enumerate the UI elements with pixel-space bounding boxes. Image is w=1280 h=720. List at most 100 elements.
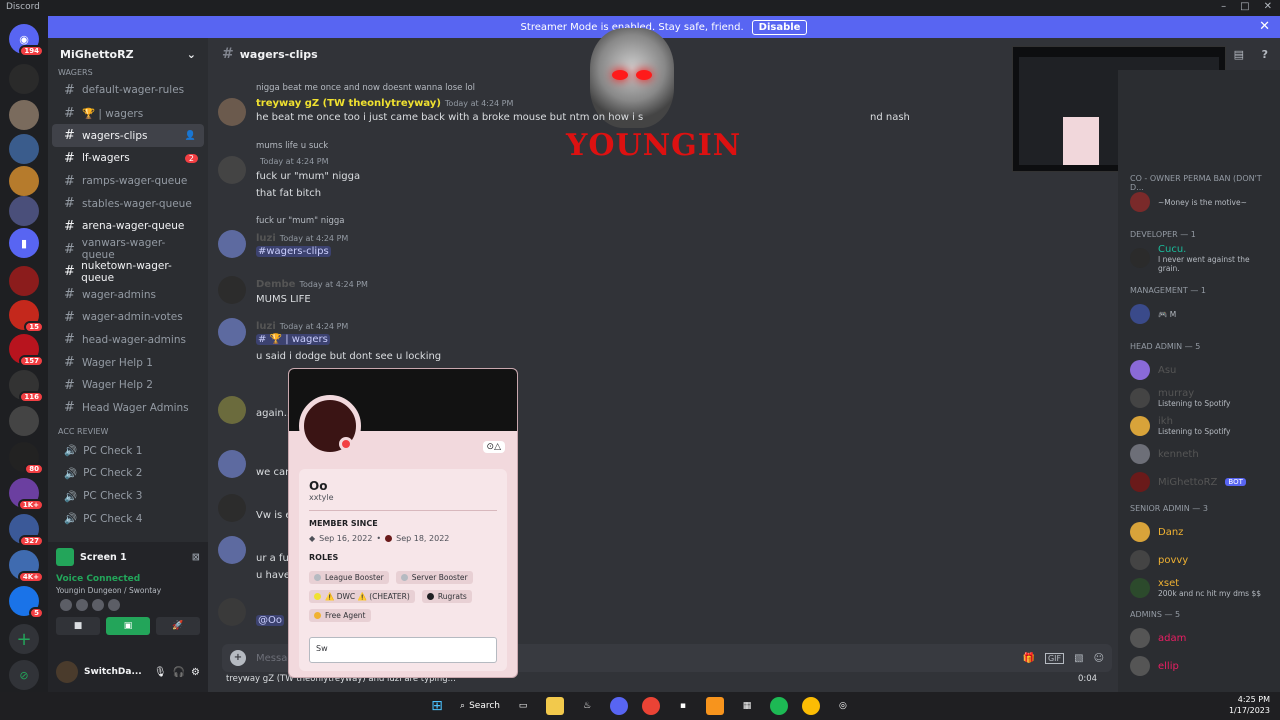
member-item[interactable]: 🎮 M: [1118, 300, 1280, 328]
role-pill[interactable]: Rugrats: [421, 590, 472, 603]
channel-wager-admins[interactable]: # wager-admins: [52, 283, 204, 306]
avatar[interactable]: [218, 396, 246, 424]
server-icon[interactable]: 5: [9, 586, 44, 619]
avatar[interactable]: [60, 599, 72, 611]
close-icon[interactable]: ⊠: [192, 552, 200, 563]
avatar[interactable]: [218, 98, 246, 126]
member-item[interactable]: Cucu. I never went against the grain.: [1118, 244, 1280, 273]
voice-channel-pc-check-1[interactable]: 🔊 PC Check 1: [52, 439, 204, 462]
voice-channel-pc-check-2[interactable]: 🔊 PC Check 2: [52, 462, 204, 485]
member-item[interactable]: adam: [1118, 624, 1280, 652]
channel-default-wager-rules[interactable]: # default-wager-rules: [52, 79, 204, 102]
add-server-icon[interactable]: +: [9, 624, 39, 654]
channel-mention[interactable]: #wagers-clips: [256, 246, 331, 257]
app-icon[interactable]: ▦: [738, 697, 756, 715]
role-pill[interactable]: ⚠️ DWC ⚠️ (CHEATER): [309, 590, 415, 603]
avatar[interactable]: [218, 598, 246, 626]
camera-button[interactable]: ■: [56, 617, 100, 635]
server-icon[interactable]: 4K+: [9, 550, 44, 583]
avatar[interactable]: [218, 450, 246, 478]
reply-preview[interactable]: mums life u suck: [256, 141, 328, 151]
category-wagers[interactable]: WAGERS: [48, 66, 208, 79]
help-icon[interactable]: ?: [1262, 48, 1268, 61]
file-explorer-icon[interactable]: [545, 697, 564, 715]
channel-arena-wager-queue[interactable]: # arena-wager-queue: [52, 215, 204, 238]
server-icon[interactable]: 80: [9, 442, 44, 475]
gift-icon[interactable]: 🎁: [1022, 653, 1034, 664]
voice-location[interactable]: Youngin Dungeon / Swontay: [48, 586, 208, 595]
member-item[interactable]: Asu: [1118, 356, 1280, 384]
channel-head-wager-admins-2[interactable]: # Head Wager Admins: [52, 397, 204, 420]
member-item[interactable]: xset 200k and nc hit my dms $$: [1118, 574, 1280, 602]
channel-wager-help-1[interactable]: # Wager Help 1: [52, 351, 204, 374]
channel-mention[interactable]: # 🏆 | wagers: [256, 334, 330, 345]
avatar[interactable]: [218, 536, 246, 564]
role-pill[interactable]: Free Agent: [309, 609, 371, 622]
start-icon[interactable]: ⊞: [428, 697, 446, 715]
voice-connected-label[interactable]: Voice Connected: [48, 572, 208, 586]
close-window-icon[interactable]: ✕: [1264, 1, 1272, 12]
author-name[interactable]: Today at 4:24 PM: [256, 156, 329, 167]
author-name[interactable]: treyway gZ (TW theonlytreyway) Today at 4…: [256, 98, 513, 109]
server-icon[interactable]: [9, 100, 39, 130]
server-icon[interactable]: 327: [9, 514, 44, 547]
avatar[interactable]: [218, 276, 246, 304]
disable-button[interactable]: Disable: [751, 19, 808, 35]
user-mention[interactable]: @Oo: [256, 615, 284, 626]
channel-wager-admin-votes[interactable]: # wager-admin-votes: [52, 306, 204, 329]
maximize-icon[interactable]: □: [1240, 1, 1249, 12]
screen-share-button[interactable]: ▣: [106, 617, 150, 635]
role-pill[interactable]: League Booster: [309, 571, 389, 584]
avatar[interactable]: [218, 156, 246, 184]
channel-vanwars-wager-queue[interactable]: # vanwars-wager-queue: [52, 237, 204, 261]
author-name[interactable]: Dembe Today at 4:24 PM: [256, 279, 368, 290]
channel-stables-wager-queue[interactable]: # stables-wager-queue: [52, 192, 204, 215]
message-user-input[interactable]: Sw: [309, 637, 497, 663]
server-icon[interactable]: [9, 134, 39, 164]
avatar[interactable]: [92, 599, 104, 611]
member-item[interactable]: ~Money is the motive~: [1118, 188, 1280, 216]
nitro-badge-icon[interactable]: ⊙△: [482, 441, 505, 453]
close-icon[interactable]: ✕: [1259, 19, 1270, 34]
avatar[interactable]: [56, 661, 78, 683]
sticker-icon[interactable]: ▧: [1074, 653, 1083, 664]
explore-icon[interactable]: ⊘: [9, 660, 39, 690]
channel-wager-help-2[interactable]: # Wager Help 2: [52, 374, 204, 397]
discord-taskbar-icon[interactable]: [609, 697, 628, 715]
add-member-icon[interactable]: 👤: [185, 131, 196, 141]
chrome-icon[interactable]: [641, 697, 660, 715]
channel-wagers-clips[interactable]: # wagers-clips 👤: [52, 124, 204, 148]
member-item[interactable]: ellip: [1118, 652, 1280, 680]
headphones-icon[interactable]: 🎧: [173, 667, 185, 678]
channel-ramps-wager-queue[interactable]: # ramps-wager-queue: [52, 170, 204, 193]
app-icon[interactable]: [705, 697, 724, 715]
folder-icon[interactable]: ▮: [9, 228, 39, 258]
member-item[interactable]: povvy: [1118, 546, 1280, 574]
reply-preview[interactable]: fuck ur "mum" nigga: [256, 216, 344, 226]
obs-icon[interactable]: ◎: [834, 697, 852, 715]
add-attachment-icon[interactable]: +: [230, 650, 246, 666]
member-item[interactable]: murray Listening to Spotify: [1118, 384, 1280, 412]
gear-icon[interactable]: ⚙: [191, 667, 200, 678]
home-icon[interactable]: ◉ 194: [9, 24, 44, 57]
reply-preview[interactable]: nigga beat me once and now doesnt wanna …: [256, 83, 475, 93]
channel-wagers[interactable]: # 🏆 | wagers: [52, 102, 204, 125]
microphone-icon[interactable]: 🎙: [154, 667, 167, 678]
username[interactable]: SwitchDa...: [84, 667, 142, 677]
avatar[interactable]: [218, 230, 246, 258]
app-icon[interactable]: [801, 697, 820, 715]
server-icon[interactable]: 15: [9, 300, 44, 333]
steam-icon[interactable]: ♨: [578, 697, 596, 715]
server-icon[interactable]: [9, 266, 39, 296]
activity-button[interactable]: 🚀: [156, 617, 200, 635]
spotify-icon[interactable]: [769, 697, 788, 715]
voice-channel-pc-check-3[interactable]: 🔊 PC Check 3: [52, 485, 204, 508]
task-view-icon[interactable]: ▭: [514, 697, 532, 715]
server-icon[interactable]: 157: [9, 334, 44, 367]
server-icon[interactable]: [9, 64, 39, 94]
server-icon[interactable]: [9, 406, 39, 436]
server-icon[interactable]: 1K+: [9, 478, 44, 511]
emoji-icon[interactable]: ☺: [1094, 653, 1104, 664]
search-button[interactable]: ⌕ Search: [460, 701, 500, 711]
avatar[interactable]: [218, 494, 246, 522]
